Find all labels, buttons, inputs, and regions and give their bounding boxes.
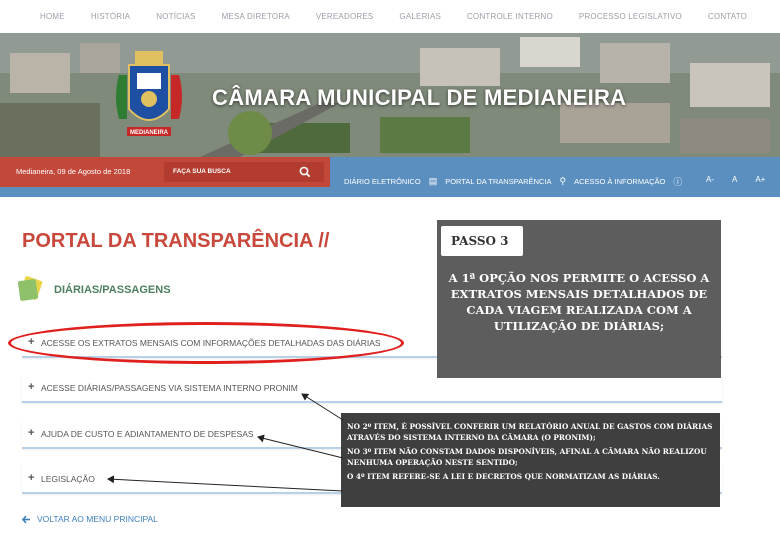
link-acesso-informacao[interactable]: ACESSO À INFORMAÇÃO	[574, 177, 665, 186]
date-search-box: Medianeira, 09 de Agosto de 2018 FAÇA SU…	[0, 157, 330, 187]
font-decrease-button[interactable]: A-	[706, 175, 714, 184]
back-link-label: VOLTAR AO MENU PRINCIPAL	[37, 514, 158, 524]
nav-contato[interactable]: CONTATO	[708, 12, 747, 21]
nav-processo-legislativo[interactable]: PROCESSO LEGISLATIVO	[579, 12, 682, 21]
plus-icon: +	[28, 427, 35, 439]
annotation-line-2: NO 2º ITEM, É POSSÍVEL CONFERIR UM RELAT…	[347, 422, 713, 442]
step-text: A 1ª OPÇÃO NOS PERMITE O ACESSO A EXTRAT…	[448, 271, 710, 333]
nav-historia[interactable]: HISTÓRIA	[91, 12, 130, 21]
search-input[interactable]: FAÇA SUA BUSCA	[164, 162, 324, 182]
search-icon: ⚲	[559, 176, 567, 186]
section-title: DIÁRIAS/PASSAGENS	[54, 284, 171, 296]
highlight-ellipse	[8, 322, 404, 364]
nav-home[interactable]: HOME	[40, 12, 65, 21]
font-reset-button[interactable]: A	[732, 175, 737, 184]
annotation-box: NO 2º ITEM, É POSSÍVEL CONFERIR UM RELAT…	[341, 413, 720, 507]
current-date: Medianeira, 09 de Agosto de 2018	[16, 167, 131, 176]
nav-vereadores[interactable]: VEREADORES	[316, 12, 374, 21]
document-icon: ▤	[428, 176, 438, 186]
info-icon: ⓘ	[673, 177, 683, 187]
plus-icon: +	[28, 381, 35, 393]
back-link[interactable]: VOLTAR AO MENU PRINCIPAL	[22, 514, 158, 524]
link-portal-transparencia[interactable]: PORTAL DA TRANSPARÊNCIA	[445, 177, 551, 186]
quick-links: DIÁRIO ELETRÔNICO ▤ PORTAL DA TRANSPARÊN…	[344, 175, 682, 188]
nav-galerias[interactable]: GALERIAS	[399, 12, 441, 21]
site-title: CÂMARA MUNICIPAL DE MEDIANEIRA	[212, 85, 627, 110]
step-label: PASSO 3	[451, 234, 509, 248]
accordion-label: AJUDA DE CUSTO E ADIANTAMENTO DE DESPESA…	[41, 429, 254, 439]
nav-mesa-diretora[interactable]: MESA DIRETORA	[222, 12, 290, 21]
info-bar: Medianeira, 09 de Agosto de 2018 FAÇA SU…	[0, 157, 780, 197]
tickets-icon	[17, 276, 43, 301]
page-title: PORTAL DA TRANSPARÊNCIA //	[22, 230, 330, 252]
font-size-controls: A- A A+	[706, 175, 765, 184]
header-banner: MEDIANEIRA CÂMARA MUNICIPAL DE MEDIANEIR…	[0, 33, 780, 157]
font-increase-button[interactable]: A+	[755, 175, 765, 184]
step-callout: PASSO 3 A 1ª OPÇÃO NOS PERMITE O ACESSO …	[437, 220, 721, 378]
plus-icon: +	[28, 472, 35, 484]
accordion-label: ACESSE DIÁRIAS/PASSAGENS VIA SISTEMA INT…	[41, 383, 298, 393]
nav-noticias[interactable]: NOTÍCIAS	[156, 12, 195, 21]
annotation-line-4: O 4º ITEM REFERE-SE A LEI E DECRETOS QUE…	[347, 472, 660, 481]
accordion-label: LEGISLAÇÃO	[41, 474, 95, 484]
link-diario-eletronico[interactable]: DIÁRIO ELETRÔNICO	[344, 177, 421, 186]
nav-controle-interno[interactable]: CONTROLE INTERNO	[467, 12, 553, 21]
top-nav: HOME HISTÓRIA NOTÍCIAS MESA DIRETORA VER…	[0, 0, 780, 33]
arrow-left-icon	[22, 515, 30, 523]
step-tag: PASSO 3	[441, 226, 523, 256]
annotation-line-3: NO 3º ITEM NÃO CONSTAM DADOS DISPONÍVEIS…	[347, 447, 707, 467]
search-icon[interactable]	[298, 165, 312, 179]
svg-text:MEDIANEIRA: MEDIANEIRA	[130, 130, 169, 136]
search-placeholder: FAÇA SUA BUSCA	[173, 168, 231, 175]
municipal-crest-icon: MEDIANEIRA	[116, 51, 182, 136]
